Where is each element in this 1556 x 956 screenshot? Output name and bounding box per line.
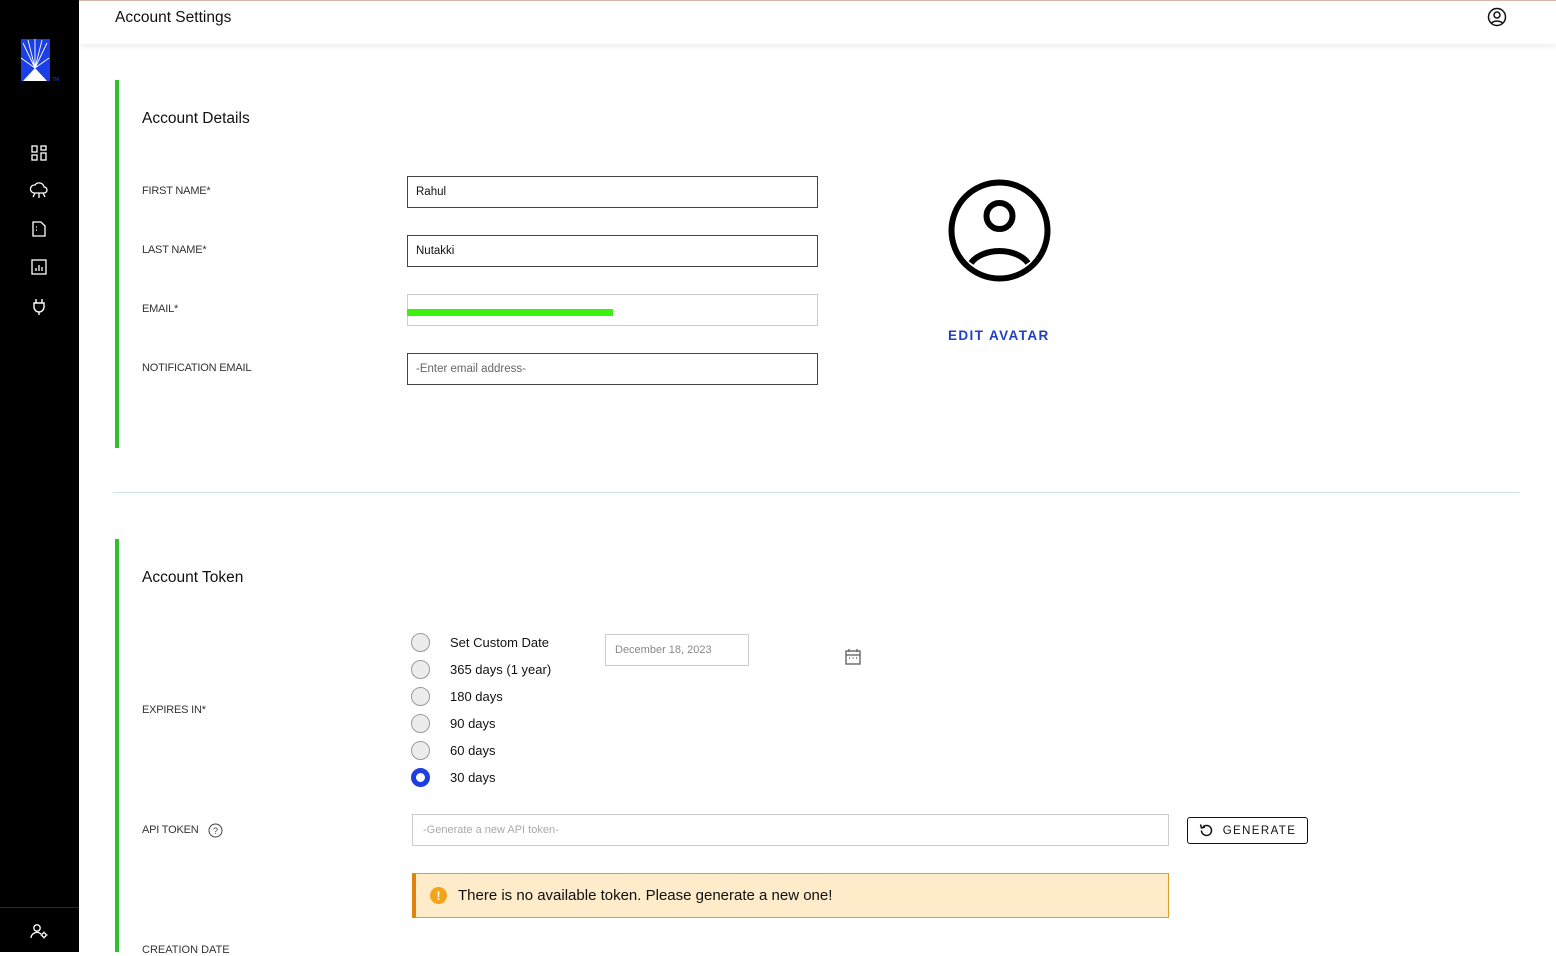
custom-date-field[interactable]: December 18, 2023 bbox=[605, 634, 749, 666]
svg-text:?: ? bbox=[213, 826, 218, 836]
radio-button[interactable] bbox=[411, 714, 430, 733]
radio-label: 30 days bbox=[450, 770, 496, 785]
dashboard-grid-icon[interactable] bbox=[29, 143, 49, 163]
account-details-title: Account Details bbox=[142, 110, 250, 127]
creation-date-label: CREATION DATE bbox=[142, 944, 230, 956]
radio-30-days[interactable]: 30 days bbox=[411, 768, 496, 787]
help-icon[interactable]: ? bbox=[208, 823, 223, 838]
radio-button[interactable] bbox=[411, 660, 430, 679]
radio-button[interactable] bbox=[411, 687, 430, 706]
calendar-icon[interactable] bbox=[844, 648, 862, 666]
user-circle-icon[interactable] bbox=[1487, 7, 1507, 27]
email-label: EMAIL* bbox=[142, 303, 179, 315]
svg-text:TM: TM bbox=[52, 77, 59, 82]
sidebar: TM bbox=[0, 0, 79, 952]
radio-365-days[interactable]: 365 days (1 year) bbox=[411, 660, 551, 679]
section-divider bbox=[113, 492, 1520, 493]
radio-180-days[interactable]: 180 days bbox=[411, 687, 503, 706]
last-name-value: Nutakki bbox=[416, 245, 455, 257]
cloud-network-icon[interactable] bbox=[29, 181, 49, 201]
brand-logo[interactable]: TM bbox=[20, 38, 62, 83]
bar-chart-icon[interactable] bbox=[29, 257, 49, 277]
user-settings-icon[interactable] bbox=[29, 921, 49, 941]
sidebar-divider bbox=[0, 907, 79, 908]
last-name-field[interactable]: Nutakki bbox=[407, 235, 818, 267]
radio-button[interactable] bbox=[411, 741, 430, 760]
refresh-icon bbox=[1199, 824, 1212, 837]
radio-90-days[interactable]: 90 days bbox=[411, 714, 496, 733]
email-redaction bbox=[407, 309, 613, 316]
first-name-label: FIRST NAME* bbox=[142, 185, 211, 197]
radio-button-selected[interactable] bbox=[411, 768, 430, 787]
radio-label: Set Custom Date bbox=[450, 635, 549, 650]
radio-label: 60 days bbox=[450, 743, 496, 758]
radio-label: 180 days bbox=[450, 689, 503, 704]
section-accent-bar bbox=[115, 539, 119, 952]
generate-button[interactable]: GENERATE bbox=[1187, 817, 1308, 844]
custom-date-value: December 18, 2023 bbox=[615, 644, 712, 656]
page-title: Account Settings bbox=[115, 9, 232, 26]
plug-icon[interactable] bbox=[29, 297, 49, 317]
last-name-label: LAST NAME* bbox=[142, 244, 207, 256]
api-token-field[interactable]: -Generate a new API token- bbox=[412, 814, 1169, 846]
radio-label: 90 days bbox=[450, 716, 496, 731]
document-icon[interactable] bbox=[29, 219, 49, 239]
notification-email-label: NOTIFICATION EMAIL bbox=[142, 362, 252, 374]
radio-label: 365 days (1 year) bbox=[450, 662, 552, 677]
notification-email-field[interactable]: -Enter email address- bbox=[407, 353, 818, 385]
avatar bbox=[948, 179, 1051, 282]
section-accent-bar bbox=[115, 80, 119, 448]
first-name-field[interactable]: Rahul bbox=[407, 176, 818, 208]
notification-email-placeholder: -Enter email address- bbox=[416, 363, 526, 375]
first-name-value: Rahul bbox=[416, 186, 447, 198]
expires-in-label: EXPIRES IN* bbox=[142, 704, 206, 716]
edit-avatar-button[interactable]: EDIT AVATAR bbox=[948, 328, 1050, 343]
warning-icon: ! bbox=[430, 887, 447, 904]
generate-label: GENERATE bbox=[1222, 824, 1297, 837]
radio-60-days[interactable]: 60 days bbox=[411, 741, 496, 760]
account-token-title: Account Token bbox=[142, 569, 244, 586]
api-token-label: API TOKEN bbox=[142, 824, 199, 836]
alert-message: There is no available token. Please gene… bbox=[458, 887, 833, 904]
no-token-alert: ! There is no available token. Please ge… bbox=[412, 873, 1169, 918]
radio-button[interactable] bbox=[411, 633, 430, 652]
top-bar: Account Settings bbox=[79, 0, 1556, 44]
api-token-placeholder: -Generate a new API token- bbox=[423, 824, 559, 836]
radio-custom-date[interactable]: Set Custom Date bbox=[411, 633, 549, 652]
